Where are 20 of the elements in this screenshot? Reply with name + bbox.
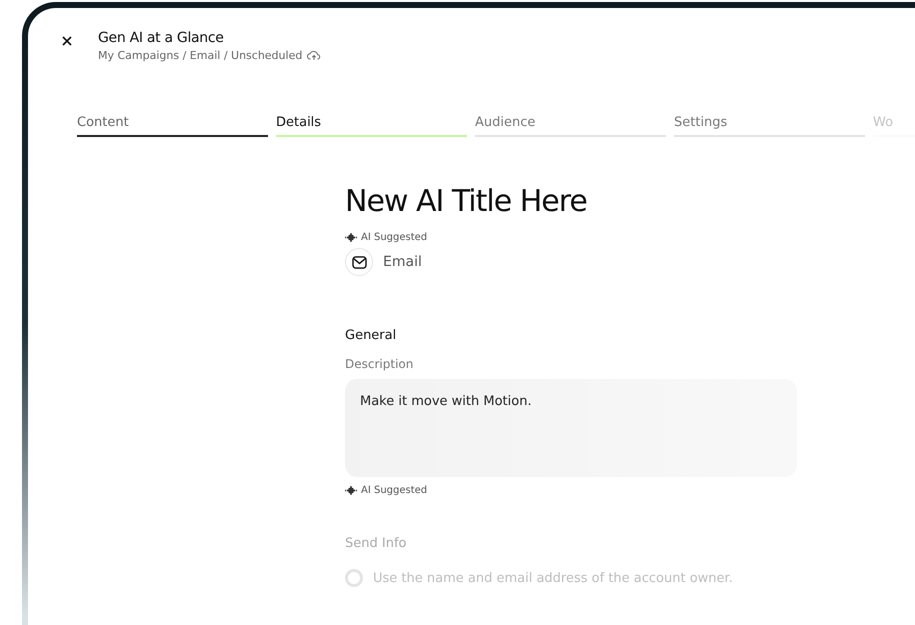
channel-label: Email <box>383 254 422 270</box>
section-heading: General <box>345 328 398 343</box>
option-label: Use the name and email address of the account owner. <box>373 570 733 586</box>
sparkle-icon <box>345 486 357 495</box>
campaign-name-heading: New AI Title Here <box>345 184 588 220</box>
sparkle-icon <box>345 233 357 242</box>
field-label: Description <box>345 357 414 371</box>
ai-suggested-note: AI Suggested <box>361 232 428 243</box>
close-button[interactable] <box>62 36 74 48</box>
cloud-upload-icon <box>307 50 322 61</box>
breadcrumb: My Campaigns / Email / Unscheduled <box>98 49 302 62</box>
step-tab[interactable]: Details <box>276 115 467 137</box>
description-field[interactable]: Make it move with Motion. <box>345 379 797 477</box>
envelope-icon <box>345 248 373 276</box>
section-heading: Send Info <box>345 536 408 551</box>
step-tab[interactable]: Audience <box>475 115 666 137</box>
step-tab[interactable]: Content <box>77 115 268 137</box>
ai-suggested-note: AI Suggested <box>361 485 428 496</box>
step-tab[interactable]: Settings <box>674 115 865 137</box>
campaign-title: Gen AI at a Glance <box>98 30 225 46</box>
